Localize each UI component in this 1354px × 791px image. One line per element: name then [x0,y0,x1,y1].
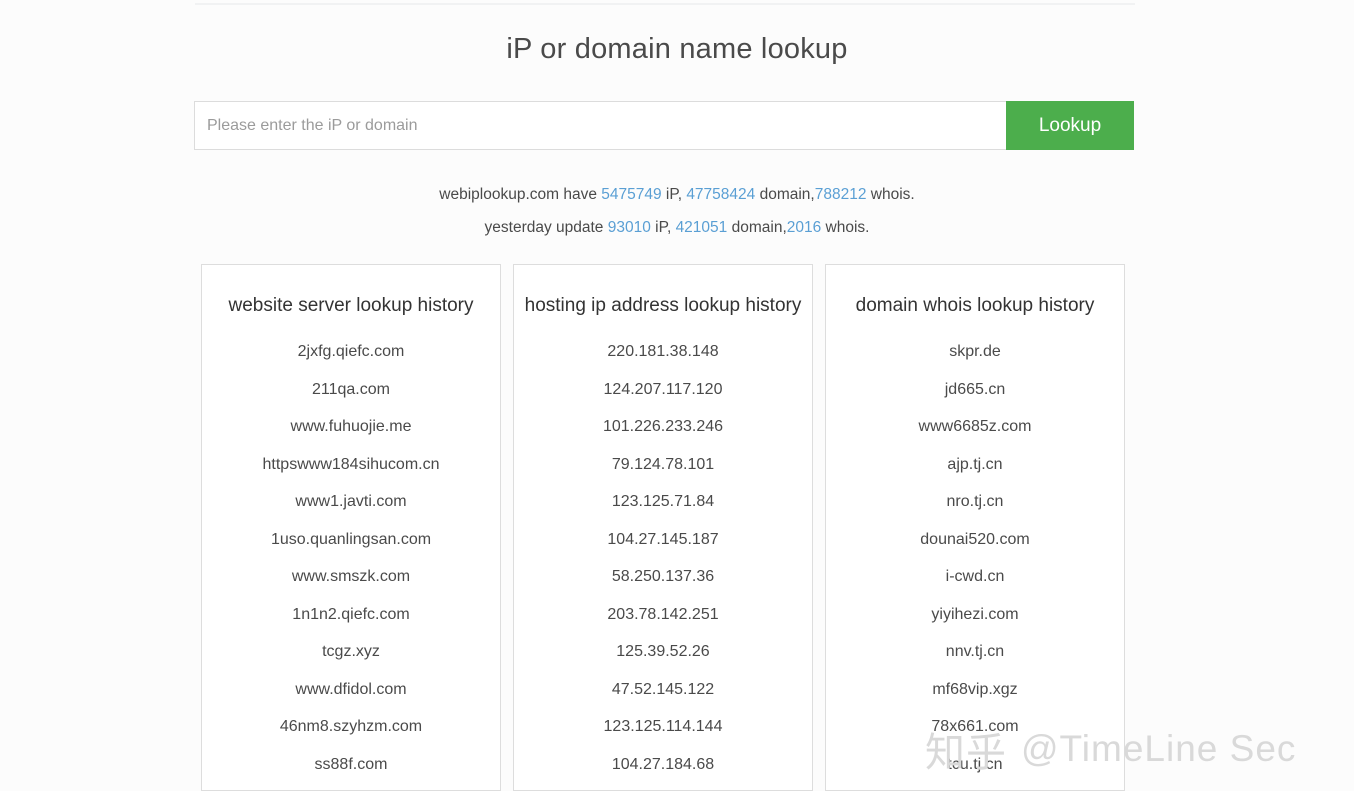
website-server-history-list: 2jxfg.qiefc.com 211qa.com www.fuhuojie.m… [202,333,500,783]
list-item[interactable]: jd665.cn [826,371,1124,409]
panel-hosting-ip-history: hosting ip address lookup history 220.18… [513,264,813,791]
list-item[interactable]: www.smszk.com [202,558,500,596]
domain-whois-history-list: skpr.de jd665.cn www6685z.com ajp.tj.cn … [826,333,1124,783]
list-item[interactable]: ss88f.com [202,746,500,784]
stats-line-total: webiplookup.com have 5475749 iP, 4775842… [0,178,1354,211]
list-item[interactable]: 104.27.145.187 [514,521,812,559]
list-item[interactable]: httpswww184sihucom.cn [202,446,500,484]
stats-yesterday-whois-count[interactable]: 2016 [787,219,821,236]
stats-site-label: webiplookup.com have [439,186,597,203]
list-item[interactable]: mf68vip.xgz [826,671,1124,709]
list-item[interactable]: yiyihezi.com [826,596,1124,634]
list-item[interactable]: 79.124.78.101 [514,446,812,484]
panel-title: hosting ip address lookup history [524,295,802,316]
stats-yesterday-whois-word: whois. [821,219,870,236]
search-form: Lookup [194,101,1134,150]
list-item[interactable]: 211qa.com [202,371,500,409]
stats-total-whois-count[interactable]: 788212 [815,186,867,203]
stats-yesterday-domain-word: domain, [727,219,787,236]
list-item[interactable]: www6685z.com [826,408,1124,446]
list-item[interactable]: 78x661.com [826,708,1124,746]
list-item[interactable]: i-cwd.cn [826,558,1124,596]
list-item[interactable]: tcgz.xyz [202,633,500,671]
list-item[interactable]: nnv.tj.cn [826,633,1124,671]
list-item[interactable]: 1n1n2.qiefc.com [202,596,500,634]
list-item[interactable]: 220.181.38.148 [514,333,812,371]
stats-total-ip-count[interactable]: 5475749 [601,186,661,203]
list-item[interactable]: 123.125.114.144 [514,708,812,746]
panel-website-server-history: website server lookup history 2jxfg.qief… [201,264,501,791]
list-item[interactable]: dounai520.com [826,521,1124,559]
stats-total-domain-count[interactable]: 47758424 [686,186,755,203]
search-input[interactable] [194,101,1006,150]
page-title: iP or domain name lookup [506,33,848,65]
list-item[interactable]: 125.39.52.26 [514,633,812,671]
list-item[interactable]: 46nm8.szyhzm.com [202,708,500,746]
list-item[interactable]: 47.52.145.122 [514,671,812,709]
page-container: iP or domain name lookup Lookup webiploo… [0,0,1354,791]
lookup-button[interactable]: Lookup [1006,101,1134,150]
stats-block: webiplookup.com have 5475749 iP, 4775842… [0,178,1354,244]
list-item[interactable]: 58.250.137.36 [514,558,812,596]
history-panels: website server lookup history 2jxfg.qief… [201,264,1125,791]
list-item[interactable]: 104.27.184.68 [514,746,812,784]
list-item[interactable]: 203.78.142.251 [514,596,812,634]
list-item[interactable]: ajp.tj.cn [826,446,1124,484]
hosting-ip-history-list: 220.181.38.148 124.207.117.120 101.226.2… [514,333,812,783]
stats-yesterday-label: yesterday update [484,219,604,236]
stats-total-whois-word: whois. [866,186,915,203]
stats-yesterday-ip-count[interactable]: 93010 [608,219,651,236]
list-item[interactable]: 2jxfg.qiefc.com [202,333,500,371]
list-item[interactable]: www.dfidol.com [202,671,500,709]
list-item[interactable]: 1uso.quanlingsan.com [202,521,500,559]
stats-yesterday-ip-word: iP, [650,219,676,236]
panel-title: website server lookup history [228,295,474,316]
list-item[interactable]: nro.tj.cn [826,483,1124,521]
list-item[interactable]: skpr.de [826,333,1124,371]
stats-line-yesterday: yesterday update 93010 iP, 421051 domain… [0,211,1354,244]
list-item[interactable]: 101.226.233.246 [514,408,812,446]
panel-domain-whois-history: domain whois lookup history skpr.de jd66… [825,264,1125,791]
stats-total-domain-word: domain, [755,186,815,203]
list-item[interactable]: 123.125.71.84 [514,483,812,521]
list-item[interactable]: www1.javti.com [202,483,500,521]
panel-title: domain whois lookup history [855,295,1095,316]
list-item[interactable]: www.fuhuojie.me [202,408,500,446]
stats-total-ip-word: iP, [661,186,687,203]
list-item[interactable]: 124.207.117.120 [514,371,812,409]
list-item[interactable]: tcu.tj.cn [826,746,1124,784]
stats-yesterday-domain-count[interactable]: 421051 [676,219,728,236]
